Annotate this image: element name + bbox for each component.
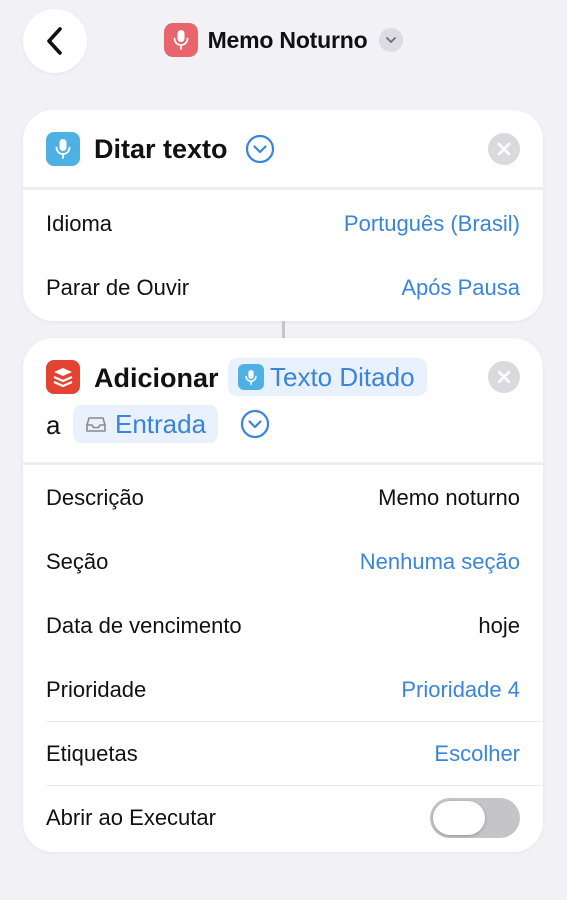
labels-label: Etiquetas [46,741,138,766]
shortcut-title-bar[interactable]: Memo Noturno [0,22,567,58]
dictated-text-token-label: Texto Ditado [270,361,415,392]
due-date-label: Data de vencimento [46,613,242,638]
toggle-knob [433,801,485,835]
open-when-run-row: Abrir ao Executar [23,786,543,850]
section-row[interactable]: Seção Nenhuma seção [23,530,543,594]
close-icon [497,142,511,156]
due-date-row[interactable]: Data de vencimento hoje [23,594,543,658]
dictate-action-title: Ditar texto [94,134,228,164]
add-verb: Adicionar [94,363,219,393]
open-when-run-toggle[interactable] [430,798,520,838]
microphone-icon [163,23,198,57]
section-label: Seção [46,549,109,574]
open-when-run-label: Abrir ao Executar [46,805,216,830]
chevron-down-circle-icon[interactable] [240,409,270,439]
dictate-text-action-card: Ditar texto Idioma Português (Brasil) Pa… [23,110,543,321]
dictate-action-header: Ditar texto [23,110,543,190]
page-title: Memo Noturno [207,26,368,53]
priority-value[interactable]: Prioridade 4 [401,677,520,703]
language-label: Idioma [46,211,113,236]
language-value[interactable]: Português (Brasil) [344,211,520,237]
microphone-icon [46,132,80,166]
add-task-action-header: Adicionar Texto Ditado a Entrada [23,338,543,465]
language-row[interactable]: Idioma Português (Brasil) [23,192,543,256]
microphone-icon [238,364,264,390]
labels-value[interactable]: Escolher [434,741,520,767]
stop-listening-value[interactable]: Após Pausa [401,275,520,301]
preposition-label: a [46,410,61,440]
todoist-icon [46,360,80,394]
description-value[interactable]: Memo noturno [378,485,520,511]
remove-action-button[interactable] [488,361,520,393]
inbox-icon [83,411,109,437]
dictated-text-variable-token[interactable]: Texto Ditado [228,358,427,396]
project-token-label: Entrada [115,408,207,439]
description-row[interactable]: Descrição Memo noturno [23,466,543,530]
priority-label: Prioridade [46,677,147,702]
action-connector [282,321,285,338]
project-token[interactable]: Entrada [73,405,219,443]
section-value[interactable]: Nenhuma seção [360,549,520,575]
stop-listening-label: Parar de Ouvir [46,275,190,300]
labels-row[interactable]: Etiquetas Escolher [23,722,543,786]
priority-row[interactable]: Prioridade Prioridade 4 [23,658,543,722]
description-label: Descrição [46,485,144,510]
remove-action-button[interactable] [488,133,520,165]
chevron-down-icon[interactable] [379,28,404,52]
close-icon [497,370,511,384]
add-task-action-card: Adicionar Texto Ditado a Entrada Descriç… [23,338,543,852]
chevron-down-circle-icon[interactable] [245,134,275,164]
stop-listening-row[interactable]: Parar de Ouvir Após Pausa [23,256,543,320]
due-date-value[interactable]: hoje [478,613,520,639]
